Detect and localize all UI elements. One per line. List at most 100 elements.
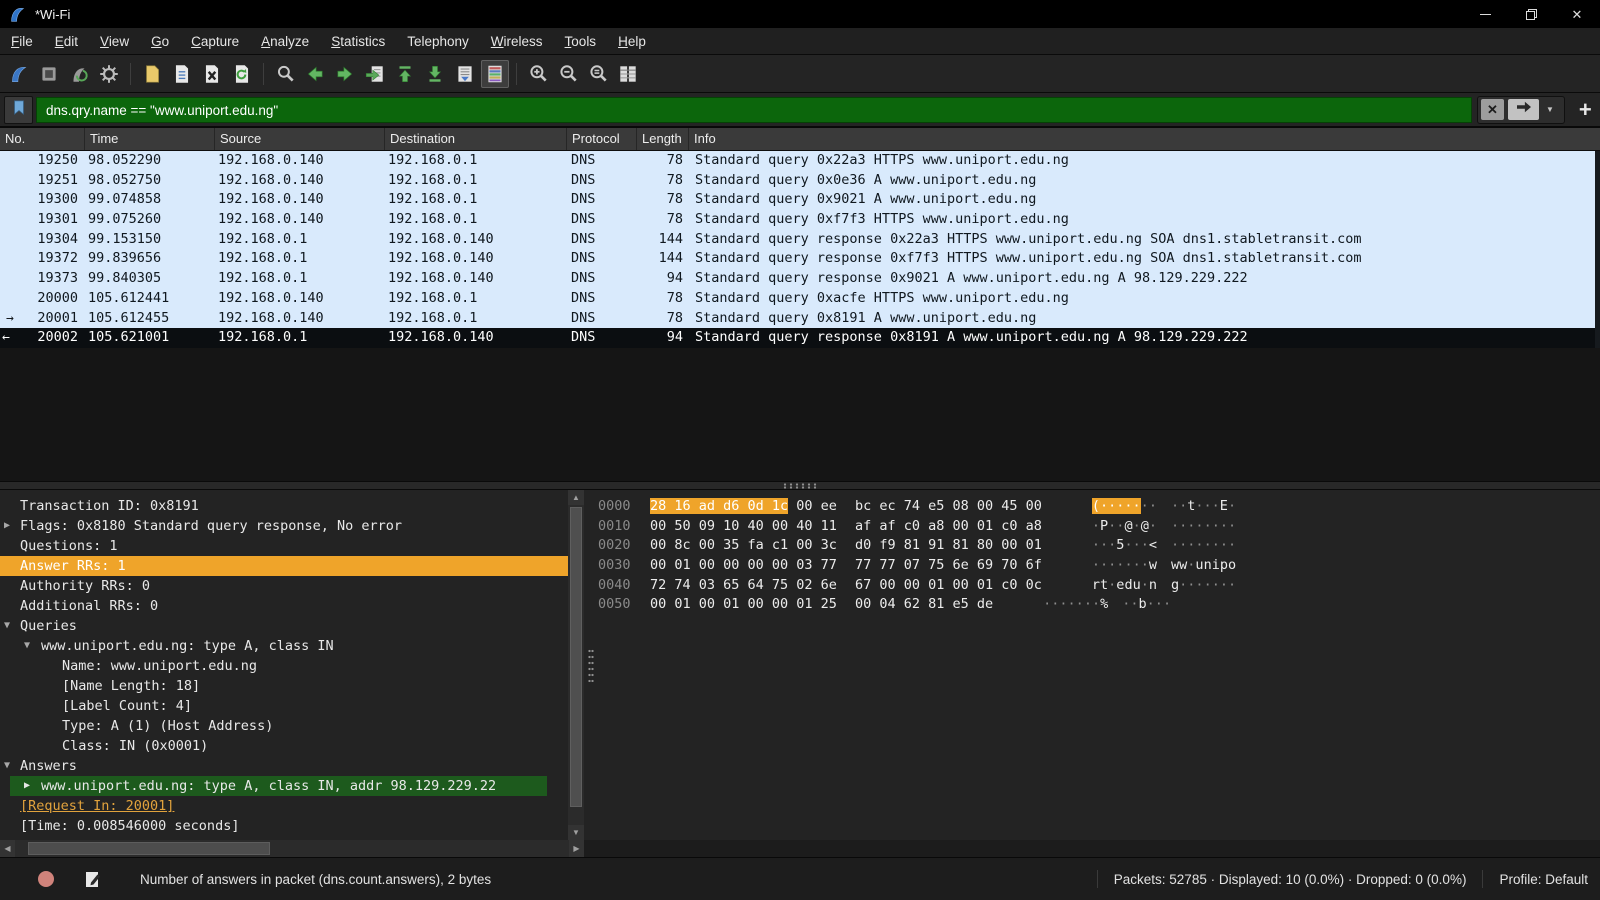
open-file-button[interactable] bbox=[138, 60, 166, 88]
menu-file[interactable]: File bbox=[0, 34, 44, 49]
previous-packet-button[interactable] bbox=[301, 60, 329, 88]
packet-row[interactable]: 20000105.612441192.168.0.140192.168.0.1D… bbox=[0, 289, 1600, 309]
detail-row[interactable]: Name: www.uniport.edu.ng bbox=[0, 656, 568, 676]
hex-row[interactable]: 000028 16 ad d6 0d 1c 00 eebc ec 74 e5 0… bbox=[598, 497, 1600, 517]
packet-row[interactable]: 1937299.839656192.168.0.1192.168.0.140DN… bbox=[0, 249, 1600, 269]
restart-capture-button[interactable] bbox=[65, 60, 93, 88]
menu-telephony[interactable]: Telephony bbox=[396, 34, 480, 49]
column-header-destination[interactable]: Destination bbox=[385, 128, 567, 150]
pane-splitter-horizontal[interactable] bbox=[0, 481, 1600, 490]
packet-row[interactable]: 1930199.075260192.168.0.140192.168.0.1DN… bbox=[0, 210, 1600, 230]
menu-edit[interactable]: Edit bbox=[44, 34, 89, 49]
save-file-button[interactable] bbox=[168, 60, 196, 88]
column-header-length[interactable]: Length bbox=[637, 128, 689, 150]
close-file-icon bbox=[201, 63, 223, 85]
add-filter-button[interactable]: + bbox=[1579, 99, 1592, 121]
column-header-info[interactable]: Info bbox=[689, 128, 1600, 150]
detail-row[interactable]: Questions: 1 bbox=[0, 536, 568, 556]
scroll-right-button[interactable]: ▶ bbox=[569, 840, 584, 857]
detail-row[interactable]: Answer RRs: 1 bbox=[0, 556, 568, 576]
start-capture-button[interactable] bbox=[5, 60, 33, 88]
display-filter-input[interactable]: dns.qry.name == "www.uniport.edu.ng" bbox=[36, 97, 1472, 123]
bookmark-icon bbox=[11, 99, 27, 121]
filter-bookmark-button[interactable] bbox=[4, 96, 33, 124]
expert-info-icon[interactable] bbox=[38, 871, 54, 887]
detail-row[interactable]: Type: A (1) (Host Address) bbox=[0, 716, 568, 736]
resize-columns-button[interactable] bbox=[614, 60, 642, 88]
hex-row[interactable]: 005000 01 00 01 00 00 01 2500 04 62 81 e… bbox=[598, 595, 1600, 615]
detail-row[interactable]: Class: IN (0x0001) bbox=[0, 736, 568, 756]
column-header-time[interactable]: Time bbox=[85, 128, 215, 150]
packet-row[interactable]: →20001105.612455192.168.0.140192.168.0.1… bbox=[0, 309, 1600, 329]
detail-row[interactable]: [Label Count: 4] bbox=[0, 696, 568, 716]
reload-file-button[interactable] bbox=[228, 60, 256, 88]
details-vertical-scrollbar[interactable]: ▲ ▼ bbox=[568, 490, 584, 840]
detail-row[interactable]: ▼Queries bbox=[0, 616, 568, 636]
packet-row[interactable]: ←20002105.621001192.168.0.1192.168.0.140… bbox=[0, 328, 1600, 348]
pane-splitter-vertical[interactable] bbox=[584, 490, 598, 840]
stop-capture-button[interactable] bbox=[35, 60, 63, 88]
detail-row[interactable]: Transaction ID: 0x8191 bbox=[0, 496, 568, 516]
menu-statistics[interactable]: Statistics bbox=[320, 34, 396, 49]
first-packet-button[interactable] bbox=[391, 60, 419, 88]
packet-row[interactable]: 1930499.153150192.168.0.1192.168.0.140DN… bbox=[0, 230, 1600, 250]
detail-row[interactable]: [Time: 0.008546000 seconds] bbox=[0, 816, 568, 836]
menu-help[interactable]: Help bbox=[607, 34, 657, 49]
scroll-left-button[interactable]: ◀ bbox=[0, 840, 15, 857]
zoom-in-button[interactable] bbox=[524, 60, 552, 88]
zoom-100-button[interactable] bbox=[584, 60, 612, 88]
hex-row[interactable]: 003000 01 00 00 00 00 03 7777 77 07 75 6… bbox=[598, 556, 1600, 576]
wireshark-logo-icon bbox=[9, 6, 26, 23]
hex-row[interactable]: 001000 50 09 10 40 00 40 11af af c0 a8 0… bbox=[598, 517, 1600, 537]
menu-capture[interactable]: Capture bbox=[180, 34, 250, 49]
title-bar: *Wi-Fi ✕ bbox=[0, 0, 1600, 28]
detail-row[interactable]: ▼Answers bbox=[0, 756, 568, 776]
last-packet-button[interactable] bbox=[421, 60, 449, 88]
scroll-up-button[interactable]: ▲ bbox=[568, 490, 584, 505]
profile-text[interactable]: Profile: Default bbox=[1499, 872, 1600, 887]
hex-row[interactable]: 004072 74 03 65 64 75 02 6e67 00 00 01 0… bbox=[598, 576, 1600, 596]
colorize-packets-button[interactable] bbox=[481, 60, 509, 88]
go-to-packet-button[interactable] bbox=[361, 60, 389, 88]
detail-row[interactable]: Authority RRs: 0 bbox=[0, 576, 568, 596]
menu-wireless[interactable]: Wireless bbox=[480, 34, 554, 49]
detail-row[interactable]: ▶www.uniport.edu.ng: type A, class IN, a… bbox=[0, 776, 568, 796]
apply-filter-button[interactable] bbox=[1508, 99, 1539, 120]
menu-analyze[interactable]: Analyze bbox=[250, 34, 320, 49]
menu-view[interactable]: View bbox=[89, 34, 140, 49]
first-packet-icon bbox=[394, 63, 416, 85]
clear-filter-button[interactable]: ✕ bbox=[1481, 99, 1504, 120]
filter-history-dropdown-button[interactable]: ▼ bbox=[1539, 105, 1561, 114]
detail-row[interactable]: ▶Flags: 0x8180 Standard query response, … bbox=[0, 516, 568, 536]
packet-row[interactable]: 1925098.052290192.168.0.140192.168.0.1DN… bbox=[0, 151, 1600, 171]
vertical-scrollbar-thumb[interactable] bbox=[570, 507, 582, 807]
close-button[interactable]: ✕ bbox=[1554, 0, 1600, 28]
menu-tools[interactable]: Tools bbox=[554, 34, 608, 49]
menu-go[interactable]: Go bbox=[140, 34, 180, 49]
find-packet-button[interactable] bbox=[271, 60, 299, 88]
capture-options-button[interactable] bbox=[95, 60, 123, 88]
packet-row[interactable]: 1930099.074858192.168.0.140192.168.0.1DN… bbox=[0, 190, 1600, 210]
horizontal-scrollbar-thumb[interactable] bbox=[28, 842, 270, 855]
packet-row[interactable]: 1925198.052750192.168.0.140192.168.0.1DN… bbox=[0, 171, 1600, 191]
hex-row[interactable]: 002000 8c 00 35 fa c1 00 3cd0 f9 81 91 8… bbox=[598, 536, 1600, 556]
column-header-protocol[interactable]: Protocol bbox=[567, 128, 637, 150]
packet-list-scrollbar[interactable] bbox=[1595, 151, 1600, 348]
capture-comment-icon[interactable] bbox=[84, 870, 102, 889]
restore-button[interactable] bbox=[1508, 0, 1554, 28]
column-header-source[interactable]: Source bbox=[215, 128, 385, 150]
close-file-button[interactable] bbox=[198, 60, 226, 88]
detail-row[interactable]: [Name Length: 18] bbox=[0, 676, 568, 696]
next-packet-button[interactable] bbox=[331, 60, 359, 88]
column-header-no[interactable]: No. bbox=[0, 128, 85, 150]
minimize-button[interactable] bbox=[1462, 0, 1508, 28]
detail-row[interactable]: Additional RRs: 0 bbox=[0, 596, 568, 616]
detail-row[interactable]: [Request In: 20001] bbox=[0, 796, 568, 816]
detail-row[interactable]: ▼www.uniport.edu.ng: type A, class IN bbox=[0, 636, 568, 656]
zoom-out-button[interactable] bbox=[554, 60, 582, 88]
details-horizontal-scrollbar[interactable]: ◀ ▶ bbox=[0, 840, 584, 857]
start-capture-icon bbox=[8, 63, 30, 85]
auto-scroll-button[interactable] bbox=[451, 60, 479, 88]
scroll-down-button[interactable]: ▼ bbox=[568, 825, 584, 840]
packet-row[interactable]: 1937399.840305192.168.0.1192.168.0.140DN… bbox=[0, 269, 1600, 289]
